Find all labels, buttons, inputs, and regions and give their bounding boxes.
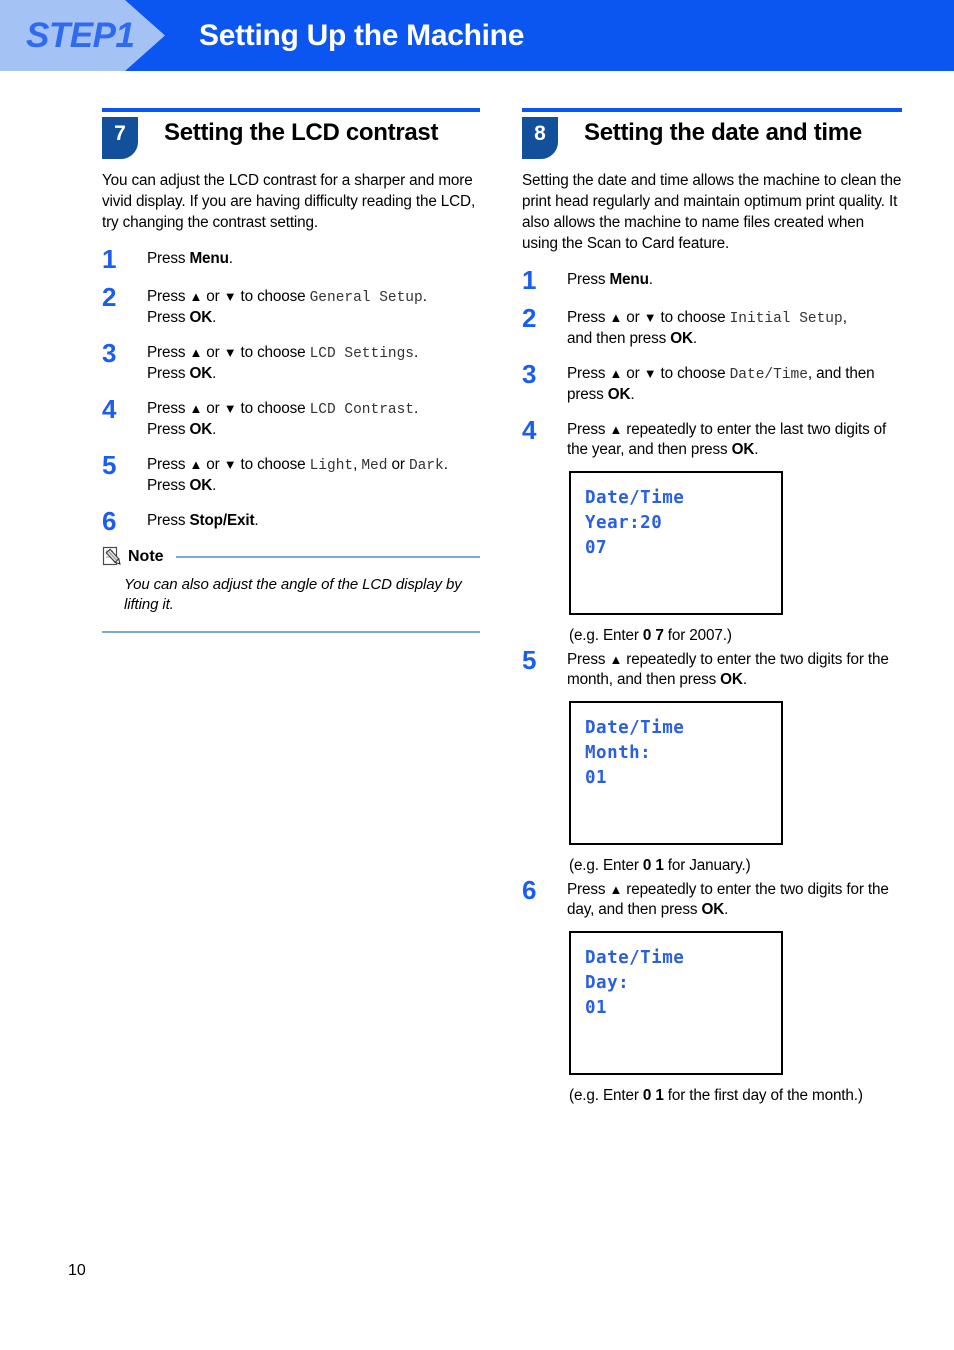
step-number: 6 bbox=[522, 875, 537, 905]
note-label: Note bbox=[128, 548, 164, 565]
example-caption: (e.g. Enter 0 1 for January.) bbox=[569, 857, 751, 874]
step-instruction: Press ▲ repeatedly to enter the two digi… bbox=[567, 651, 889, 688]
section-rule-left bbox=[102, 108, 480, 112]
step-number: 5 bbox=[522, 645, 537, 675]
step-instruction: Press ▲ or ▼ to choose Light, Med or Dar… bbox=[147, 456, 448, 494]
step-item: 1 Press Menu. bbox=[102, 245, 480, 272]
lcd-line: Date/Time bbox=[585, 488, 685, 508]
step-instruction: Press Stop/Exit. bbox=[147, 512, 259, 529]
section-intro-paragraph: You can adjust the LCD contrast for a sh… bbox=[102, 172, 476, 231]
step-number: 3 bbox=[522, 359, 537, 389]
step-instruction: Press ▲ repeatedly to enter the two digi… bbox=[567, 881, 889, 918]
section-header-7: 7 Setting the LCD contrast bbox=[102, 117, 480, 159]
section-number-badge: 7 bbox=[102, 117, 138, 159]
note-rule-top bbox=[175, 556, 480, 558]
step-item: 4 Press ▲ repeatedly to enter the last tw… bbox=[522, 416, 902, 460]
step-number: 1 bbox=[102, 244, 117, 274]
step-item: 5 Press ▲ repeatedly to enter the two dig… bbox=[522, 646, 902, 690]
step-number: 2 bbox=[102, 282, 117, 312]
lcd-line: 07 bbox=[585, 538, 608, 558]
step-instruction: Press Menu. bbox=[567, 271, 653, 288]
lcd-display-panel: Date/Time Day: 01 bbox=[569, 931, 783, 1075]
manual-page: STEP1 Setting Up the Machine 7 Setting t… bbox=[0, 0, 954, 1350]
lcd-line: Date/Time bbox=[585, 948, 685, 968]
page-banner: STEP1 Setting Up the Machine bbox=[0, 0, 954, 71]
lcd-line: Date/Time bbox=[585, 718, 685, 738]
section-header-8: 8 Setting the date and time bbox=[522, 117, 902, 159]
note-text: You can also adjust the angle of the LCD… bbox=[124, 576, 462, 613]
step-instruction: Press ▲ or ▼ to choose LCD Settings. Pres… bbox=[147, 344, 419, 382]
note-pencil-icon bbox=[102, 546, 124, 568]
lcd-line: 01 bbox=[585, 998, 608, 1018]
page-number: 10 bbox=[68, 1262, 86, 1279]
right-steps-container: 1 Press Menu. 2 Press ▲ or ▼ to choose Init… bbox=[522, 266, 902, 1106]
left-column: 7 Setting the LCD contrast You can adjus… bbox=[102, 108, 480, 633]
step-number: 3 bbox=[102, 338, 117, 368]
step-instruction: Press ▲ or ▼ to choose Date/Time, and th… bbox=[567, 365, 875, 403]
step-item: 3 Press ▲ or ▼ to choose Date/Time, and t… bbox=[522, 360, 902, 405]
lcd-display-panel: Date/Time Year:20 07 bbox=[569, 471, 783, 615]
step-item: 3 Press ▲ or ▼ to choose LCD Settings. Pre… bbox=[102, 339, 480, 384]
note-box: Note You can also adjust the angle of th… bbox=[102, 545, 480, 633]
banner-title: Setting Up the Machine bbox=[199, 19, 525, 52]
step-instruction: Press ▲ or ▼ to choose LCD Contrast. Pres… bbox=[147, 400, 419, 438]
lcd-line: 01 bbox=[585, 768, 608, 788]
step-number: 6 bbox=[102, 506, 117, 536]
step-item: 1 Press Menu. bbox=[522, 266, 902, 293]
step-list-right: 1 Press Menu. 2 Press ▲ or ▼ to choose Init… bbox=[522, 266, 902, 1106]
step-number: 5 bbox=[102, 450, 117, 480]
section-title: Setting the LCD contrast bbox=[164, 119, 439, 146]
step-item: 6 Press ▲ repeatedly to enter the two dig… bbox=[522, 876, 902, 920]
section-number-badge: 8 bbox=[522, 117, 558, 159]
step-instruction: Press ▲ or ▼ to choose General Setup. Pre… bbox=[147, 288, 427, 326]
lcd-line: Year:20 bbox=[585, 513, 663, 533]
note-rule-bottom bbox=[102, 631, 480, 633]
banner-step-label: STEP1 bbox=[26, 16, 135, 55]
step-instruction: Press ▲ or ▼ to choose Initial Setup, and… bbox=[567, 309, 847, 347]
section-title: Setting the date and time bbox=[584, 119, 862, 146]
step-item: 5 Press ▲ or ▼ to choose Light, Med or Da… bbox=[102, 451, 480, 496]
step-instruction: Press Menu. bbox=[147, 250, 233, 267]
step-item: 6 Press Stop/Exit. bbox=[102, 507, 480, 534]
step-number: 4 bbox=[102, 394, 117, 424]
note-header: Note bbox=[102, 545, 480, 569]
right-column: 8 Setting the date and time Setting the … bbox=[522, 108, 902, 1106]
example-caption: (e.g. Enter 0 7 for 2007.) bbox=[569, 627, 732, 644]
lcd-display-panel: Date/Time Month: 01 bbox=[569, 701, 783, 845]
step-number: 4 bbox=[522, 415, 537, 445]
step-item: 2 Press ▲ or ▼ to choose Initial Setup, an… bbox=[522, 304, 902, 349]
section-rule-right bbox=[522, 108, 902, 112]
lcd-line: Month: bbox=[585, 743, 652, 763]
section-intro-paragraph: Setting the date and time allows the mac… bbox=[522, 172, 902, 252]
example-caption: (e.g. Enter 0 1 for the first day of the… bbox=[569, 1087, 863, 1104]
step-number: 2 bbox=[522, 303, 537, 333]
lcd-line: Day: bbox=[585, 973, 630, 993]
step-instruction: Press ▲ repeatedly to enter the last two… bbox=[567, 421, 887, 458]
step-list-left: 1 Press Menu. 2 Press ▲ or ▼ to choose Gene… bbox=[102, 245, 480, 534]
step-item: 4 Press ▲ or ▼ to choose LCD Contrast. Pre… bbox=[102, 395, 480, 440]
step-number: 1 bbox=[522, 265, 537, 295]
step-item: 2 Press ▲ or ▼ to choose General Setup. Pr… bbox=[102, 283, 480, 328]
